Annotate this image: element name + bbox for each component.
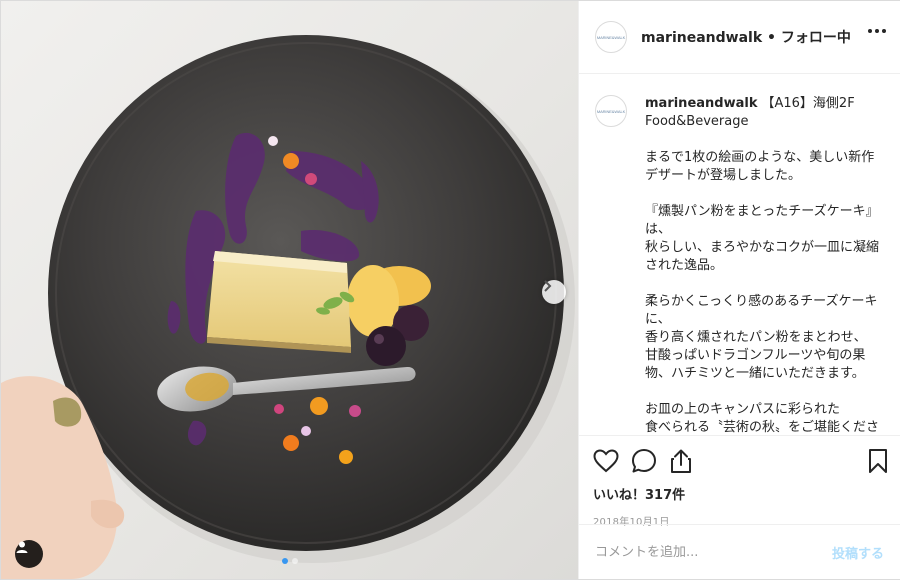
user-tag-icon: [16, 541, 28, 553]
carousel-dot: [292, 558, 298, 564]
dessert-photo-illustration: [1, 35, 575, 579]
caption-body: marineandwalk 【A16】海側2F Food&Beverage まるで…: [645, 95, 884, 435]
caption-line: 秋らしい、まろやかなコクが一皿に凝縮: [645, 240, 880, 255]
caption-line: 香り高く燻されたパン粉をまとわせ、: [645, 330, 867, 345]
comment-form: 投稿する: [579, 524, 900, 579]
next-image-button[interactable]: [542, 280, 566, 304]
separator: •: [767, 30, 776, 46]
save-button[interactable]: [858, 446, 888, 476]
share-button[interactable]: [669, 446, 699, 476]
caption-scroll-area[interactable]: MARINE&WALK marineandwalk 【A16】海側2F Food&…: [579, 75, 900, 435]
caption-paragraph-4: 柔らかくこっくり感のあるチーズケーキ に、 香り高く燻されたパン粉をまとわせ、 …: [645, 293, 884, 383]
caption-line: された逸品。: [645, 258, 724, 273]
post-side-panel: MARINE&WALK marineandwalk • フォロー中 MARINE…: [578, 1, 900, 579]
caption-line: 『燻製パン粉をまとったチーズケーキ』: [645, 204, 879, 219]
avatar-logo-text: MARINE&WALK: [596, 108, 626, 114]
like-count[interactable]: いいね！317件: [593, 484, 888, 503]
carousel-dot-active: [282, 558, 288, 564]
avatar[interactable]: MARINE&WALK: [595, 21, 627, 53]
caption-line: 物、ハチミツと一緒にいただきます。: [645, 366, 865, 381]
caption-paragraph-3: 『燻製パン粉をまとったチーズケーキ』 は、 秋らしい、まろやかなコクが一皿に凝縮…: [645, 203, 884, 275]
caption-username[interactable]: marineandwalk: [645, 96, 757, 111]
more-options-icon[interactable]: [868, 29, 886, 33]
post-photo[interactable]: [1, 1, 578, 579]
caption-line: は、: [645, 222, 672, 237]
caption-paragraph-5: お皿の上のキャンパスに彩られた 食べられる〝芸術の秋〟をご堪能くださ い。: [645, 401, 884, 435]
caption-line: 柔らかくこっくり感のあるチーズケーキ: [645, 294, 878, 309]
tagged-users-button[interactable]: [15, 540, 43, 568]
comment-button[interactable]: [631, 446, 661, 476]
heart-icon: [593, 449, 619, 473]
caption-line: 【A16】海側2F: [761, 96, 855, 111]
caption: MARINE&WALK marineandwalk 【A16】海側2F Food&…: [595, 95, 884, 435]
follow-status-button[interactable]: フォロー中: [781, 30, 851, 46]
caption-line: 甘酸っぱいドラゴンフルーツや旬の果: [645, 348, 866, 363]
caption-line: まるで1枚の絵画のような、美しい新作: [645, 150, 875, 165]
comment-icon: [632, 449, 656, 473]
action-icons: [593, 446, 888, 476]
instagram-post: MARINE&WALK marineandwalk • フォロー中 MARINE…: [0, 0, 900, 580]
caption-line: 食べられる〝芸術の秋〟をご堪能くださ: [645, 420, 880, 435]
post-comment-button[interactable]: 投稿する: [832, 543, 884, 562]
caption-avatar[interactable]: MARINE&WALK: [595, 95, 627, 127]
share-icon: [671, 449, 691, 473]
header-text: marineandwalk • フォロー中: [641, 27, 851, 47]
caption-paragraph-2: まるで1枚の絵画のような、美しい新作 デザートが登場しました。: [645, 149, 884, 185]
caption-line: Food&Beverage: [645, 114, 749, 129]
caption-line: デザートが登場しました。: [645, 168, 802, 183]
caption-line: に、: [645, 312, 671, 327]
comment-input[interactable]: [595, 544, 832, 560]
chevron-right-icon: [544, 280, 552, 292]
post-header: MARINE&WALK marineandwalk • フォロー中: [579, 1, 900, 74]
caption-line: お皿の上のキャンパスに彩られた: [645, 402, 841, 417]
post-actions: いいね！317件 2018年10月1日: [579, 435, 900, 528]
avatar-logo-text: MARINE&WALK: [596, 34, 626, 40]
like-button[interactable]: [593, 446, 623, 476]
bookmark-icon: [869, 449, 887, 473]
carousel-indicator: [282, 558, 298, 564]
caption-paragraph-1: marineandwalk 【A16】海側2F Food&Beverage: [645, 95, 884, 131]
username-link[interactable]: marineandwalk: [641, 30, 762, 46]
